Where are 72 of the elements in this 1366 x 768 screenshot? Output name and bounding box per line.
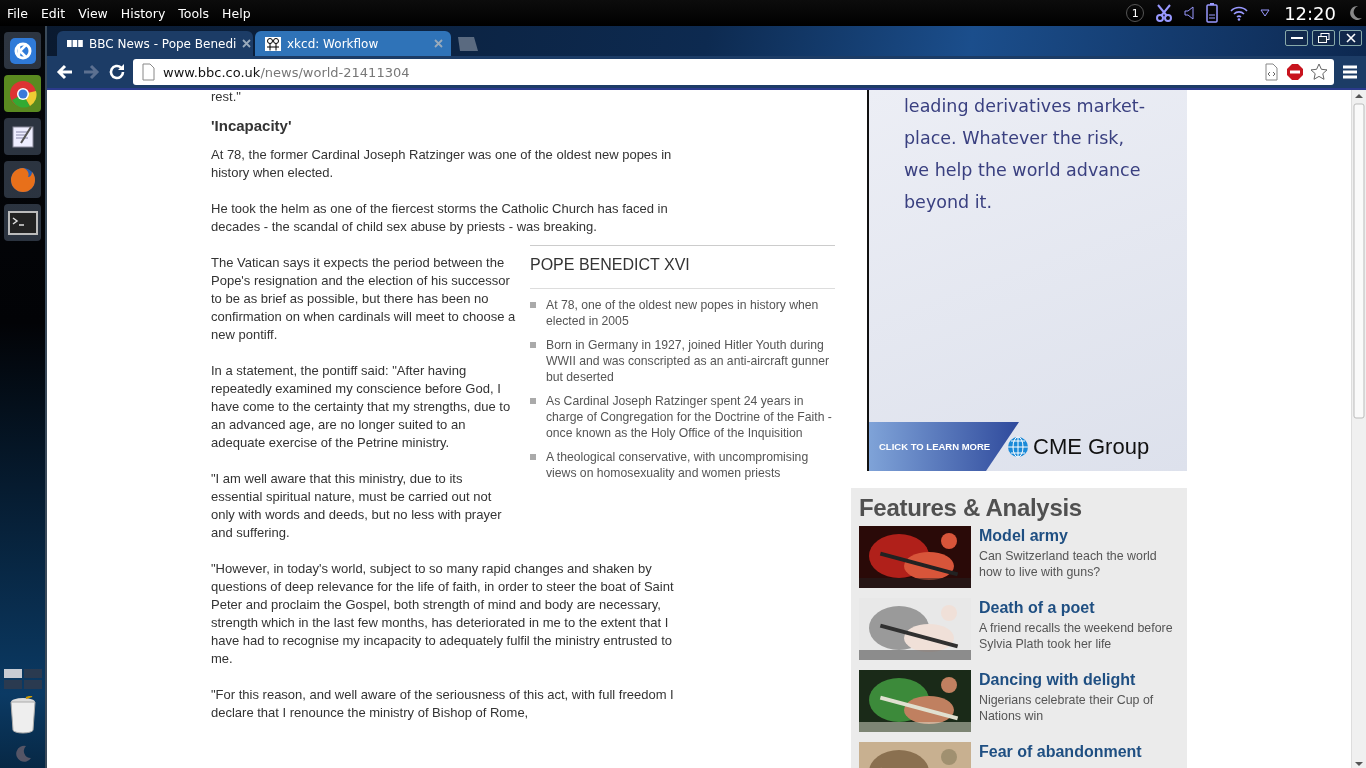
- minimize-button[interactable]: [1285, 30, 1308, 46]
- factbox-title: POPE BENEDICT XVI: [530, 256, 691, 274]
- fact-text: As Cardinal Joseph Ratzinger spent 24 years in charge of Congregation for the Doctrine of the Faith - once known as the Holy Office of the Inquisition: [546, 393, 833, 441]
- launcher-button[interactable]: [4, 118, 41, 155]
- moon-icon[interactable]: [1348, 5, 1362, 21]
- bullet-icon: [530, 302, 536, 308]
- menu-item[interactable]: View: [71, 5, 114, 21]
- bullet-icon: [530, 454, 536, 460]
- menu-item[interactable]: Edit: [33, 5, 72, 21]
- article-paragraph: He took the helm as one of the fiercest storms the Catholic Church has faced in decades - the scandal of child sex abuse by priests - was breaking.: [211, 200, 669, 236]
- article-text: rest.": [211, 90, 242, 104]
- star-icon[interactable]: [1310, 63, 1328, 81]
- menu-item[interactable]: History: [113, 5, 172, 21]
- launcher-button[interactable]: [4, 32, 41, 69]
- minimize-icon[interactable]: [1290, 36, 1303, 40]
- feature-summary: Can Switzerland teach the world how to live with guns?: [979, 548, 1158, 580]
- kde-icon: [8, 36, 37, 65]
- article-paragraph: In a statement, the pontiff said: "After having repeatedly examined my conscience before God, I have come to the certainty that my strengths, due to an advanced age, are no longer suited to an adequate exercise of the Petrine ministry.: [211, 362, 512, 452]
- launcher-button[interactable]: [4, 204, 41, 241]
- feature-summary: Nigerians celebrate their Cup of Nations win: [979, 692, 1155, 724]
- back-icon[interactable]: [55, 62, 75, 82]
- bullet-icon: [530, 342, 536, 348]
- source-file-icon[interactable]: [1262, 63, 1280, 81]
- close-button[interactable]: [1339, 30, 1362, 46]
- ad-text: we help the world advance: [904, 159, 1142, 182]
- subheading: 'Incapacity': [211, 117, 293, 135]
- advertisement[interactable]: leading derivatives market- place. Whatever the risk, we help the world advance beyond it. CLICK TO LEARN MORE CME Group: [867, 90, 1187, 471]
- trash-icon[interactable]: [7, 696, 38, 734]
- article-paragraph: "I am well aware that this ministry, due to its essential spiritual nature, must be carried out not only with words and deeds, but no less with prayer and suffering.: [211, 470, 503, 542]
- ad-text: leading derivatives market-: [904, 95, 1147, 118]
- dropdown-icon[interactable]: [1260, 9, 1271, 17]
- ad-text: beyond it.: [904, 191, 993, 214]
- browser-tab[interactable]: BBC News - Pope Benedi: [57, 31, 253, 56]
- battery-icon[interactable]: [1206, 3, 1219, 23]
- scrollbar[interactable]: [1351, 90, 1366, 768]
- reload-icon[interactable]: [107, 62, 127, 82]
- scissors-icon[interactable]: [1156, 4, 1173, 22]
- wifi-icon[interactable]: [1230, 5, 1249, 21]
- article-paragraph: "However, in today's world, subject to so many rapid changes and shaken by questions of deep relevance for the life of faith, in order to steer the boat of Saint Peter and proclaim the Gospel, both strength of mind and body are necessary, strength which in the last few months, has deteriorated in me to the extent that I have had to recognise my incapacity to adequately fulfil the ministry entrusted to me.: [211, 560, 675, 668]
- restore-icon[interactable]: [1317, 33, 1330, 43]
- article-paragraph: The Vatican says it expects the period between the Pope's resignation and the election of his successor to be as brief as possible, but there has been no confirmation on when cardinals will meet to choose a new pontiff.: [211, 254, 516, 344]
- feature-headline-link[interactable]: Death of a poet: [979, 598, 1179, 618]
- feature-headline-link[interactable]: Model army: [979, 526, 1179, 546]
- ad-block-icon[interactable]: [1286, 63, 1304, 81]
- fact-text: A theological conservative, with uncompromising views on homosexuality and women priests: [546, 449, 810, 481]
- page-icon: [139, 63, 157, 81]
- globe-icon: [1007, 435, 1029, 458]
- article-paragraph: "For this reason, and well aware of the seriousness of this act, with full freedom I declare that I renounce the ministry of Bishop of Rome,: [211, 686, 675, 722]
- features-title: Features & Analysis: [859, 494, 1083, 522]
- feature-summary: A friend recalls the weekend before Sylvia Plath took her life: [979, 620, 1174, 652]
- menu-item[interactable]: Tools: [171, 5, 216, 21]
- new-tab-button[interactable]: [455, 36, 479, 52]
- restore-button[interactable]: [1312, 30, 1335, 46]
- menu-item[interactable]: File: [0, 5, 34, 21]
- address-field[interactable]: www.bbc.co.uk/news/world-21411304: [133, 59, 1334, 85]
- learn-more-link[interactable]: CLICK TO LEARN MORE: [869, 422, 1019, 471]
- brand-logo: CME Group: [1033, 433, 1150, 460]
- fact-text: Born in Germany in 1927, joined Hitler Youth during WWII and was conscripted as an anti-aircraft gunner but deserted: [546, 337, 831, 385]
- desktop-pager[interactable]: [2, 668, 43, 690]
- feature-headline-link[interactable]: Dancing with delight: [979, 670, 1179, 690]
- volume-icon[interactable]: [1184, 6, 1195, 20]
- article-paragraph: At 78, the former Cardinal Joseph Ratzinger was one of the oldest new popes in history when elected.: [211, 146, 673, 182]
- browser-tab[interactable]: xkcd: Workflow: [255, 31, 451, 56]
- stick-figures-favicon-icon: [265, 36, 281, 51]
- menu-item[interactable]: Help: [215, 5, 257, 21]
- chrome-icon: [7, 78, 38, 109]
- terminal-icon: [7, 209, 38, 236]
- ad-text: place. Whatever the risk,: [904, 127, 1125, 150]
- feature-headline-link[interactable]: Fear of abandonment: [979, 742, 1142, 762]
- clock: 12:20: [1284, 2, 1336, 24]
- fact-text: At 78, one of the oldest new popes in history when elected in 2005: [546, 297, 820, 329]
- bullet-icon: [530, 398, 536, 404]
